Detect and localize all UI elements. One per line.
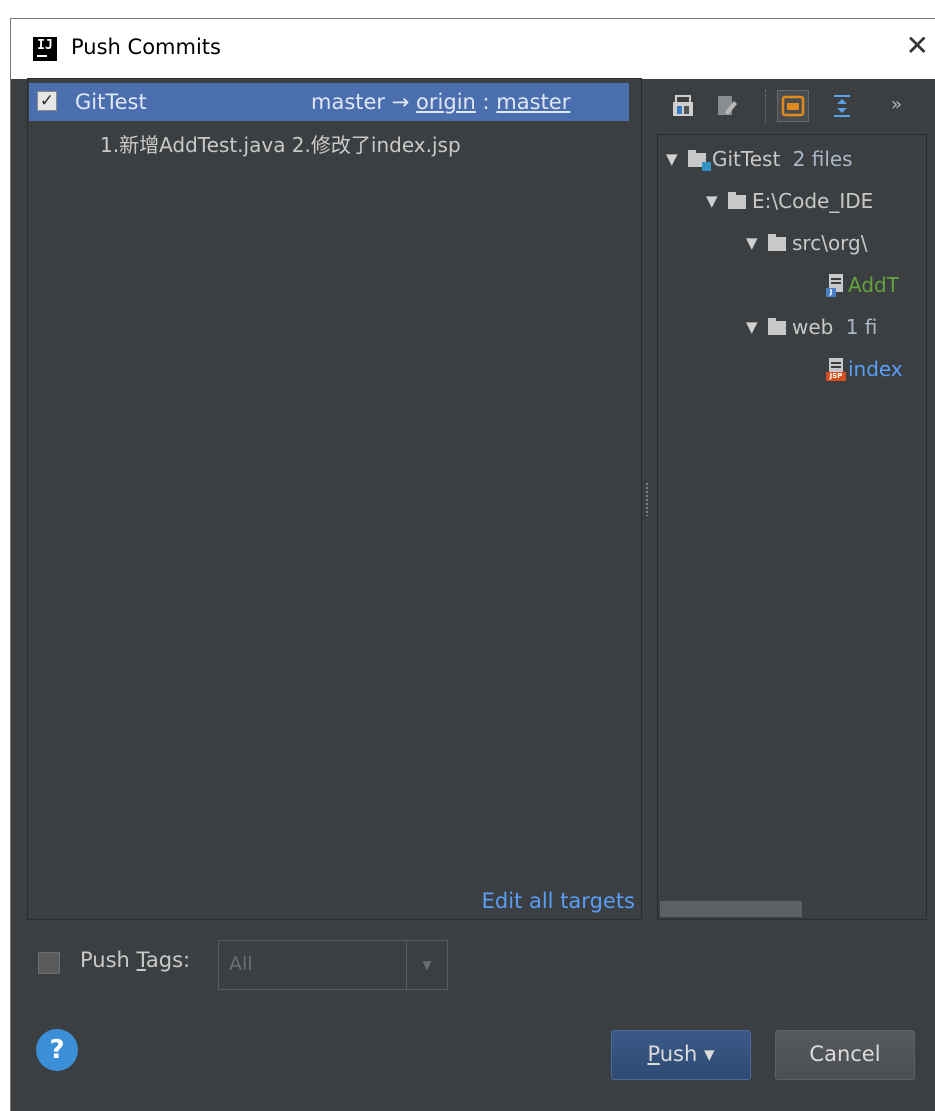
remote-branch-link[interactable]: master [496,90,570,114]
expand-triangle-icon[interactable]: ▼ [666,145,688,173]
expand-all-icon[interactable] [828,92,856,120]
push-button[interactable]: Push ▾ [611,1030,751,1080]
tree-node-src-dir[interactable]: ▼ src\org\ [746,229,867,257]
folder-icon [768,318,786,335]
close-icon[interactable]: ✕ [906,31,929,61]
tree-node-jsp-file[interactable]: JSP index [826,355,903,383]
intellij-logo-icon: IJ [33,37,57,61]
repository-row[interactable]: ✓ GitTest master → origin : master [29,83,629,121]
local-branch: master [311,90,386,114]
horizontal-scrollbar[interactable] [660,901,802,917]
repository-checkbox[interactable]: ✓ [37,91,57,111]
toolbar-overflow-button[interactable]: » [891,94,902,115]
dialog-title: Push Commits [71,35,221,59]
group-by-directory-icon[interactable] [777,90,809,122]
push-tags-checkbox[interactable] [38,952,60,974]
expand-triangle-icon[interactable]: ▼ [746,229,768,257]
show-diff-icon[interactable] [669,92,697,120]
toolbar-separator [765,90,766,124]
changes-toolbar: » [655,82,925,132]
help-button[interactable]: ? [36,1029,78,1071]
target-separator: : [482,90,490,114]
push-tags-dropdown[interactable]: All ▼ [218,940,448,990]
remote-link[interactable]: origin [416,90,476,114]
tree-node-web-dir[interactable]: ▼ web 1 fi [746,313,877,341]
chevron-down-icon[interactable]: ▼ [406,941,447,989]
edit-all-targets-link[interactable]: Edit all targets [482,889,635,913]
repository-name: GitTest [75,90,147,114]
title-bar: IJ Push Commits ✕ [11,19,935,79]
edit-source-icon[interactable] [712,92,740,120]
tree-node-project-dir[interactable]: ▼ E:\Code_IDE [706,187,873,215]
expand-triangle-icon[interactable]: ▼ [746,313,768,341]
java-file-icon: J [826,273,846,297]
panel-splitter-handle[interactable] [645,482,649,516]
tree-node-java-file[interactable]: J AddT [826,271,899,299]
push-tags-selected-value: All [229,953,253,975]
expand-triangle-icon[interactable]: ▼ [706,187,728,215]
push-tags-label: Push Tags: [80,948,191,972]
arrow-icon: → [391,90,410,114]
commit-item[interactable]: 1.新增AddTest.java 2.修改了index.jsp [100,129,461,158]
repository-folder-icon [688,150,711,171]
dropdown-arrow-icon[interactable]: ▾ [704,1042,715,1066]
tree-node-repository[interactable]: ▼ GitTest 2 files [666,145,853,173]
folder-icon [768,234,786,251]
folder-icon [728,192,746,209]
commits-panel: ✓ GitTest master → origin : master 1.新增A… [27,78,642,920]
changed-files-tree: ▼ GitTest 2 files ▼ E:\Code_IDE ▼ src\org\ … [657,134,927,920]
cancel-button[interactable]: Cancel [775,1030,915,1080]
push-target: master → origin : master [311,90,570,114]
jsp-file-icon: JSP [826,357,846,381]
